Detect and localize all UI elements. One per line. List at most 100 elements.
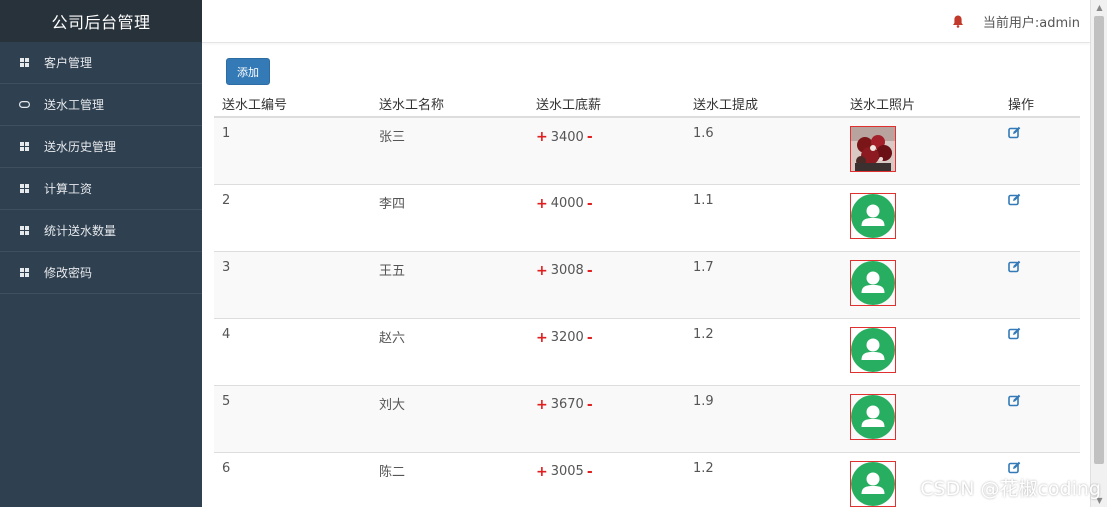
default-avatar-icon <box>851 260 895 305</box>
cell-photo <box>842 116 1000 184</box>
cell-name: 李四 <box>371 183 528 251</box>
decrease-salary-button[interactable]: - <box>587 196 593 212</box>
scrollbar-thumb[interactable] <box>1094 16 1104 464</box>
salary-value: 3005 <box>550 464 584 479</box>
cell-name: 陈二 <box>371 451 528 519</box>
deliverymen-table: 送水工编号 送水工名称 送水工底薪 送水工提成 送水工照片 操作 1 张三 + … <box>214 90 1080 519</box>
salary-value: 3400 <box>550 129 584 145</box>
grid-icon <box>18 141 30 153</box>
cell-salary: + 3005 - <box>528 451 685 519</box>
deliveryman-photo[interactable] <box>850 460 896 507</box>
decrease-salary-button[interactable]: - <box>587 129 593 145</box>
sidebar-item-salary[interactable]: 计算工资 <box>0 168 202 210</box>
cell-actions <box>1000 250 1080 318</box>
bell-icon[interactable] <box>952 13 966 28</box>
salary-value: 4000 <box>550 196 584 211</box>
column-header-id: 送水工编号 <box>214 90 371 118</box>
sidebar-item-label: 客户管理 <box>44 56 93 70</box>
custom-photo <box>851 127 895 171</box>
increase-salary-button[interactable]: + <box>536 129 548 145</box>
cell-commission: 1.2 <box>685 451 842 519</box>
link-icon <box>18 99 30 111</box>
edit-icon[interactable] <box>1008 260 1021 277</box>
grid-icon <box>18 267 30 279</box>
sidebar-item-label: 统计送水数量 <box>44 224 117 238</box>
edit-icon[interactable] <box>1008 394 1021 411</box>
cell-id: 2 <box>214 183 371 251</box>
cell-commission: 1.7 <box>685 250 842 318</box>
add-button[interactable]: 添加 <box>226 58 270 85</box>
sidebar-item-customers[interactable]: 客户管理 <box>0 42 202 84</box>
increase-salary-button[interactable]: + <box>536 397 548 413</box>
table-row: 1 张三 + 3400 - 1.6 <box>214 116 1080 184</box>
default-avatar-icon <box>851 461 895 506</box>
cell-commission: 1.9 <box>685 384 842 452</box>
salary-value: 3200 <box>550 330 584 345</box>
cell-actions <box>1000 183 1080 251</box>
sidebar-item-history[interactable]: 送水历史管理 <box>0 126 202 168</box>
deliveryman-photo[interactable] <box>850 259 896 306</box>
column-header-actions: 操作 <box>1000 90 1080 118</box>
sidebar-item-label: 计算工资 <box>44 182 93 196</box>
cell-name: 刘大 <box>371 384 528 452</box>
sidebar-item-label: 送水工管理 <box>44 98 105 112</box>
cell-id: 5 <box>214 384 371 452</box>
sidebar-item-password[interactable]: 修改密码 <box>0 252 202 294</box>
vertical-scrollbar[interactable]: ▲ ▼ <box>1090 0 1107 507</box>
decrease-salary-button[interactable]: - <box>587 263 593 279</box>
cell-id: 6 <box>214 451 371 519</box>
deliveryman-photo[interactable] <box>850 326 896 373</box>
sidebar-item-statistics[interactable]: 统计送水数量 <box>0 210 202 252</box>
cell-commission: 1.2 <box>685 317 842 385</box>
increase-salary-button[interactable]: + <box>536 464 548 480</box>
cell-name: 赵六 <box>371 317 528 385</box>
top-bar: 当前用户:admin <box>202 0 1090 43</box>
cell-id: 4 <box>214 317 371 385</box>
cell-salary: + 3008 - <box>528 250 685 318</box>
cell-salary: + 3200 - <box>528 317 685 385</box>
deliveryman-photo[interactable] <box>850 192 896 239</box>
cell-actions <box>1000 116 1080 184</box>
edit-icon[interactable] <box>1008 327 1021 344</box>
edit-icon[interactable] <box>1008 126 1021 143</box>
decrease-salary-button[interactable]: - <box>587 330 593 346</box>
increase-salary-button[interactable]: + <box>536 196 548 212</box>
deliveryman-photo[interactable] <box>850 126 896 172</box>
deliveryman-photo[interactable] <box>850 393 896 440</box>
decrease-salary-button[interactable]: - <box>587 464 593 480</box>
cell-photo <box>842 183 1000 251</box>
cell-name: 张三 <box>371 116 528 184</box>
cell-name: 王五 <box>371 250 528 318</box>
cell-id: 1 <box>214 116 371 184</box>
cell-photo <box>842 250 1000 318</box>
cell-salary: + 4000 - <box>528 183 685 251</box>
column-header-salary: 送水工底薪 <box>528 90 685 118</box>
cell-photo <box>842 384 1000 452</box>
cell-salary: + 3670 - <box>528 384 685 452</box>
edit-icon[interactable] <box>1008 193 1021 210</box>
cell-id: 3 <box>214 250 371 318</box>
sidebar: 公司后台管理 客户管理 送水工管理 送水历史管理 计算工资 统计送水数量 修改密… <box>0 0 202 507</box>
salary-value: 3008 <box>550 263 584 278</box>
grid-icon <box>18 57 30 69</box>
cell-salary: + 3400 - <box>528 116 685 184</box>
decrease-salary-button[interactable]: - <box>587 397 593 413</box>
cell-commission: 1.1 <box>685 183 842 251</box>
column-header-name: 送水工名称 <box>371 90 528 118</box>
salary-value: 3670 <box>550 397 584 412</box>
main-content: 添加 送水工编号 送水工名称 送水工底薪 送水工提成 送水工照片 操作 1 张三… <box>202 43 1090 519</box>
cell-photo <box>842 317 1000 385</box>
increase-salary-button[interactable]: + <box>536 330 548 346</box>
cell-actions <box>1000 384 1080 452</box>
column-header-photo: 送水工照片 <box>842 90 1000 118</box>
current-user[interactable]: 当前用户:admin <box>983 12 1080 31</box>
table-row: 3 王五 + 3008 - 1.7 <box>214 250 1080 318</box>
cell-actions <box>1000 317 1080 385</box>
table-row: 4 赵六 + 3200 - 1.2 <box>214 317 1080 385</box>
sidebar-item-deliverymen[interactable]: 送水工管理 <box>0 84 202 126</box>
increase-salary-button[interactable]: + <box>536 263 548 279</box>
table-row: 5 刘大 + 3670 - 1.9 <box>214 384 1080 452</box>
sidebar-item-label: 修改密码 <box>44 266 93 280</box>
scroll-up-arrow-icon[interactable]: ▲ <box>1091 0 1107 14</box>
grid-icon <box>18 225 30 237</box>
